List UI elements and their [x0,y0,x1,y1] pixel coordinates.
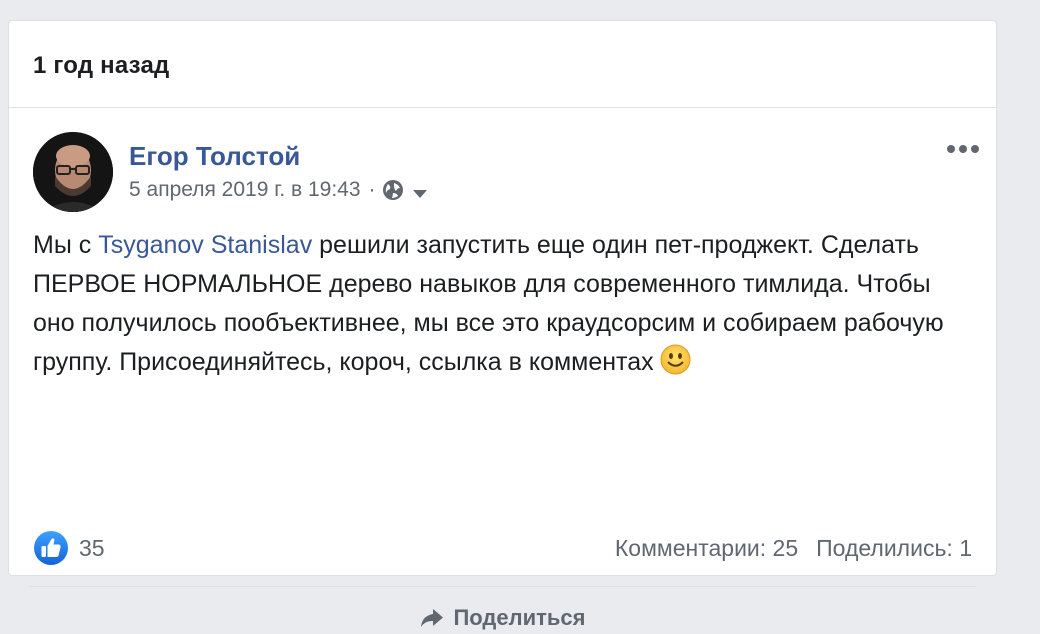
shares-count-link[interactable]: Поделились: 1 [816,535,972,562]
smile-emoji-icon [660,344,691,375]
memory-title: 1 год назад [33,52,170,79]
share-button[interactable]: Поделиться [9,605,996,631]
post-text: Мы с Tsyganov Stanislav решили запустить… [33,226,978,382]
post-card: 1 год назад Егор Толстой 5 апреля 2019 г… [8,20,997,630]
post-text-start: Мы с [33,231,99,259]
avatar-image [33,132,113,212]
avatar[interactable] [33,132,113,212]
meta-separator: · [368,178,376,201]
share-button-label: Поделиться [453,605,586,630]
share-arrow-icon [421,609,444,627]
audience-dropdown-icon[interactable] [410,183,430,198]
like-icon[interactable] [33,530,69,566]
post-meta: 5 апреля 2019 г. в 19:43 · [129,178,430,202]
more-options-icon[interactable] [946,142,980,156]
comments-count-link[interactable]: Комментарии: 25 [615,535,798,562]
card-header: 1 год назад [9,21,996,108]
post-stats: 35 Комментарии: 25 Поделились: 1 [33,526,972,570]
divider [29,586,976,587]
reaction-count[interactable]: 35 [79,535,105,562]
globe-icon [382,179,404,201]
author-name-link[interactable]: Егор Толстой [129,141,300,172]
post-timestamp[interactable]: 5 апреля 2019 г. в 19:43 [129,178,361,202]
engagement-counts: Комментарии: 25 Поделились: 1 [615,535,972,562]
mention-link[interactable]: Tsyganov Stanislav [98,231,312,259]
